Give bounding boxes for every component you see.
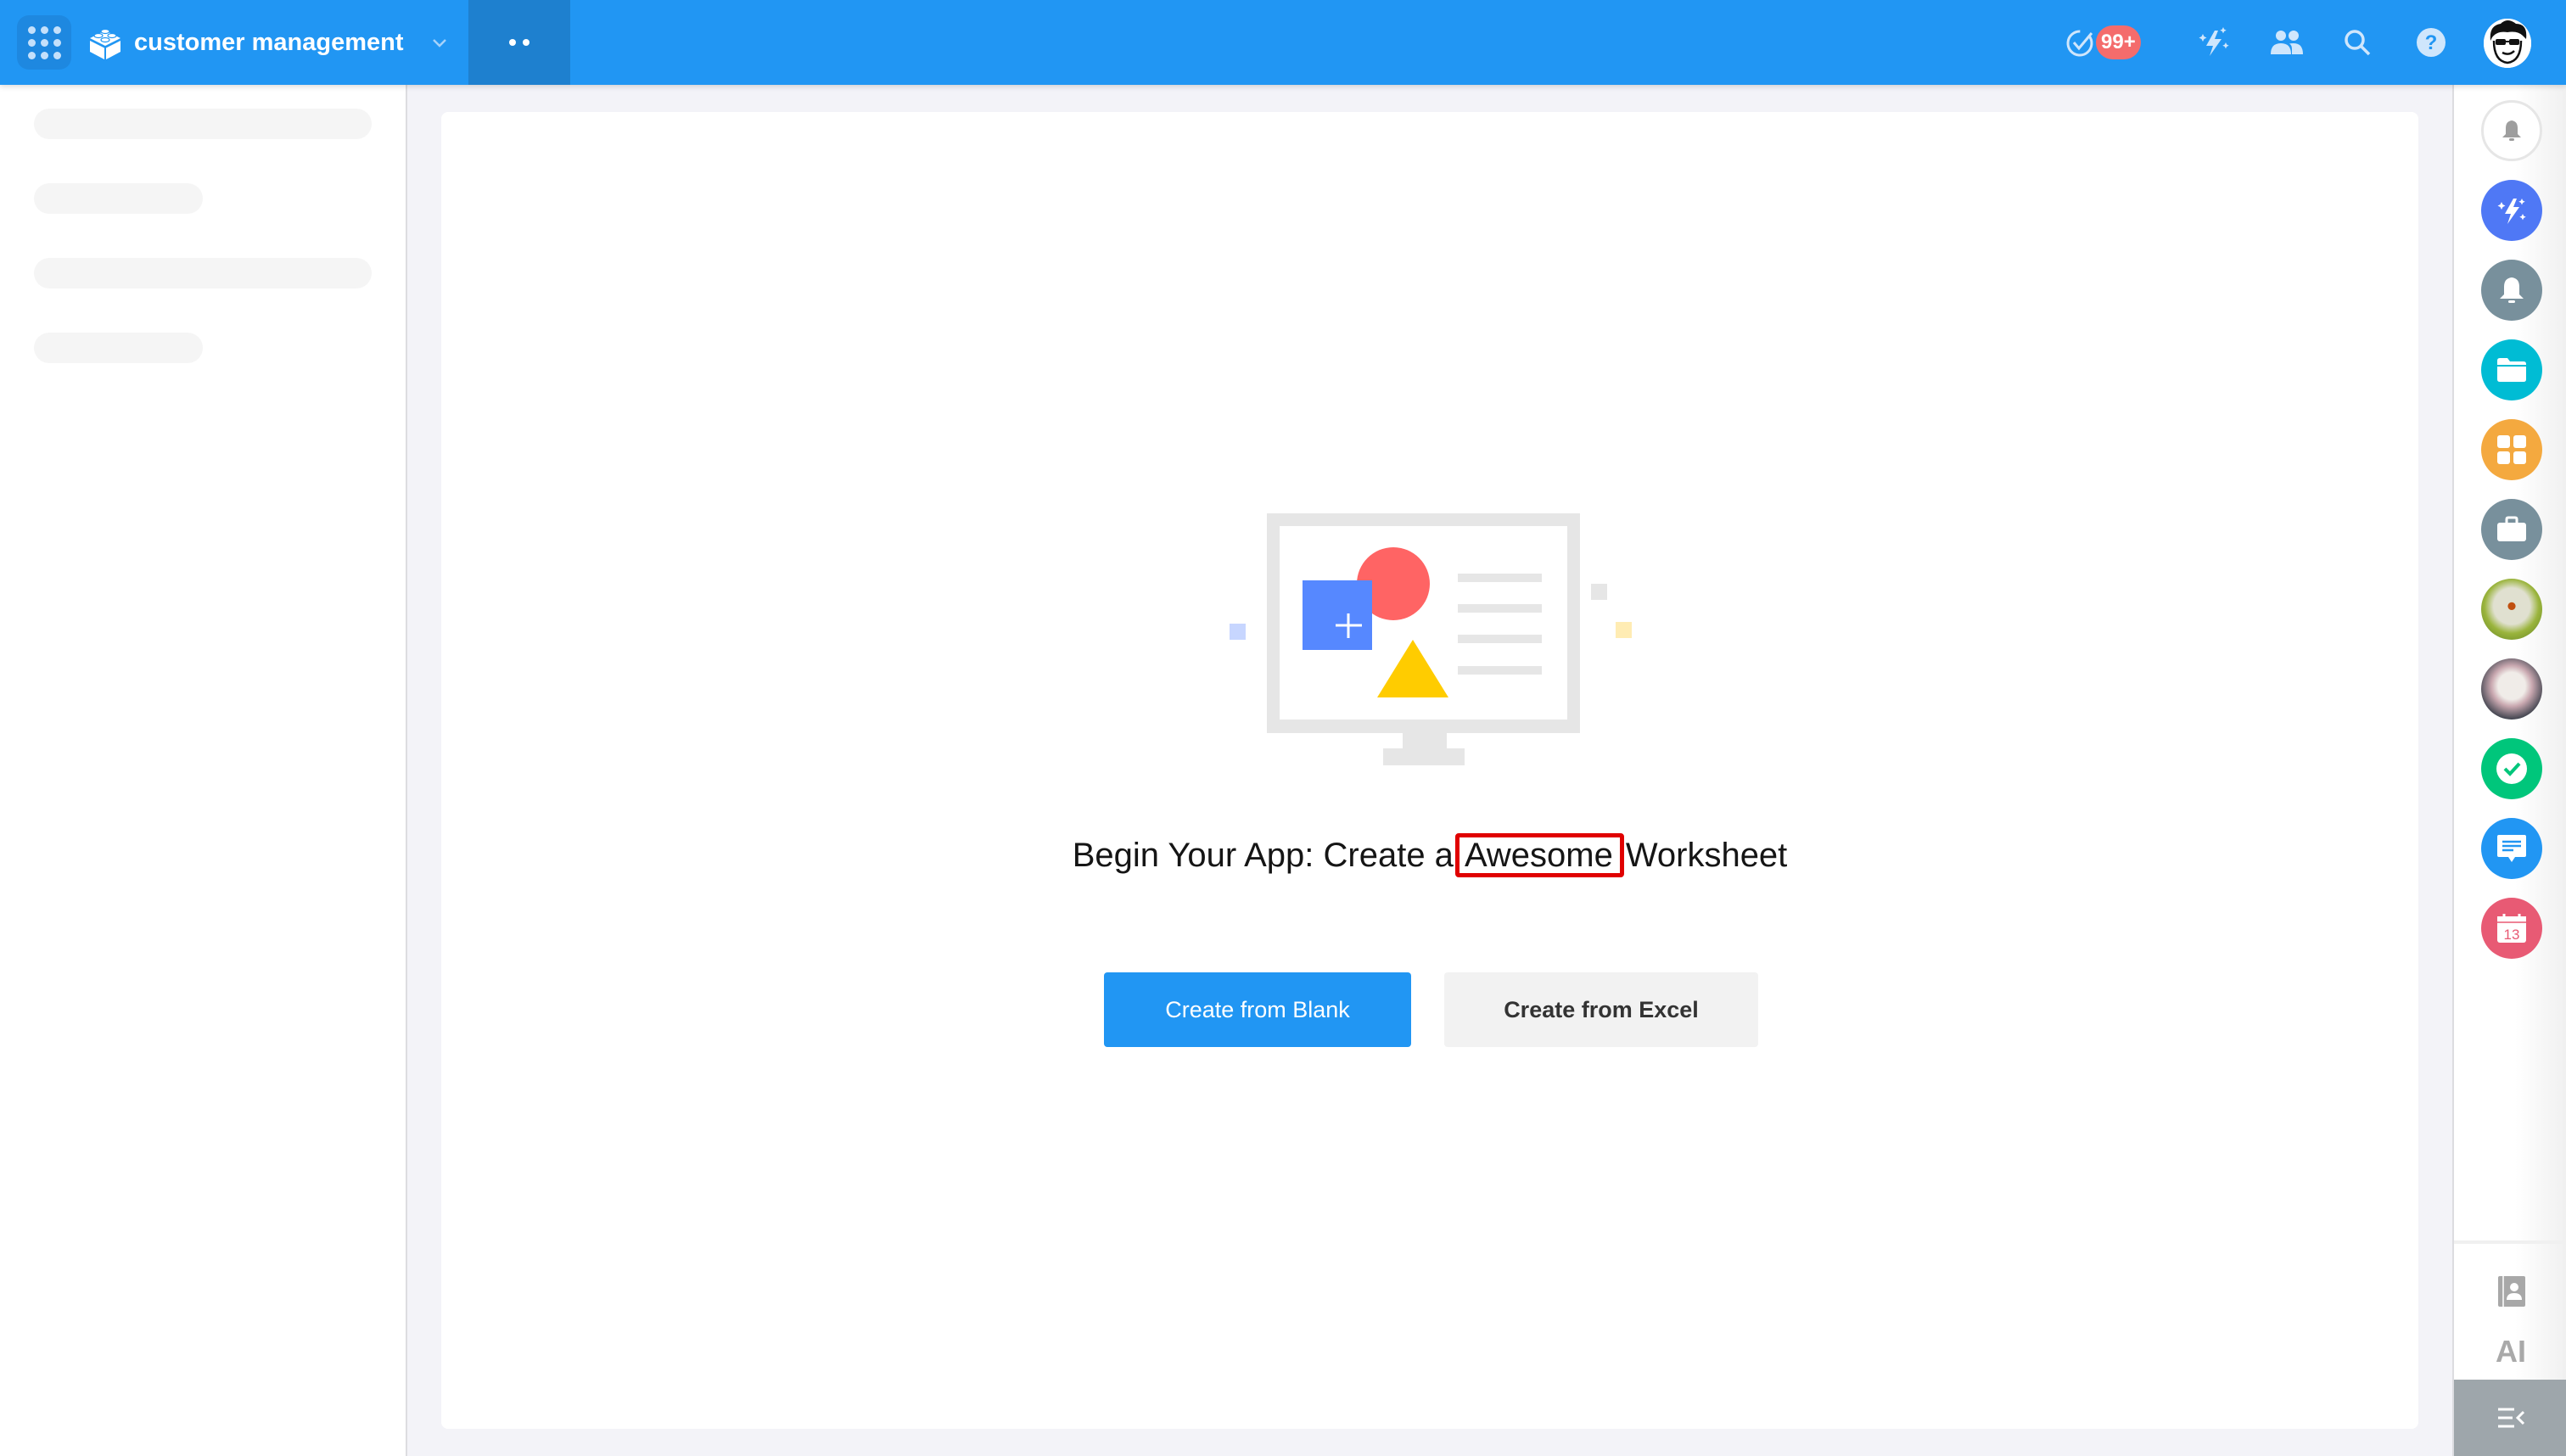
- app-title[interactable]: customer management: [134, 25, 404, 59]
- skeleton-line: [34, 183, 203, 214]
- sidebar-divider: [2454, 1240, 2566, 1244]
- empty-worksheet-illustration: [1230, 513, 1632, 765]
- create-from-blank-button[interactable]: Create from Blank: [1104, 972, 1411, 1047]
- empty-state-headline: Begin Your App: Create a Awesome Worksheet: [441, 832, 2418, 879]
- skeleton-line: [34, 333, 203, 363]
- user-avatar[interactable]: [2484, 19, 2531, 68]
- right-sidebar: 13 AI: [2452, 85, 2566, 1456]
- svg-text:13: 13: [2504, 927, 2520, 943]
- reminders-button[interactable]: [2481, 260, 2542, 321]
- collapse-menu-icon: [2498, 1408, 2524, 1428]
- highlighted-word: Awesome: [1454, 833, 1624, 877]
- notification-bell-button[interactable]: [2481, 100, 2542, 161]
- headline-suffix: Worksheet: [1625, 837, 1788, 874]
- apps-grid-icon: [27, 25, 61, 59]
- dandelion-avatar[interactable]: [2481, 579, 2542, 640]
- app-logo-icon: [90, 28, 120, 59]
- work-button[interactable]: [2481, 499, 2542, 560]
- collapse-sidebar-button[interactable]: [2454, 1380, 2566, 1456]
- tiger-avatar[interactable]: [2481, 658, 2542, 720]
- calendar-button[interactable]: 13: [2481, 898, 2542, 959]
- headline-prefix: Begin Your App: Create a: [1072, 837, 1454, 874]
- left-sidebar: [0, 85, 407, 1456]
- files-button[interactable]: [2481, 339, 2542, 400]
- help-icon[interactable]: ?: [2414, 25, 2448, 59]
- chevron-down-icon[interactable]: [429, 32, 450, 53]
- search-icon[interactable]: [2340, 25, 2374, 59]
- bell-icon: [2502, 120, 2521, 141]
- folder-icon: [2497, 358, 2526, 382]
- bell-icon: [2500, 277, 2524, 303]
- apps-menu-button[interactable]: [17, 15, 71, 70]
- calendar-icon: 13: [2497, 914, 2526, 943]
- users-icon[interactable]: [2270, 25, 2304, 59]
- sparkle-bolt-icon[interactable]: [2198, 25, 2232, 59]
- tasks-button[interactable]: [2481, 738, 2542, 799]
- skeleton-line: [34, 258, 372, 288]
- chat-icon: [2497, 835, 2526, 862]
- svg-text:?: ?: [2425, 31, 2438, 54]
- top-header: customer management 99+ ?: [0, 0, 2566, 85]
- ai-button[interactable]: AI: [2454, 1334, 2566, 1369]
- briefcase-icon: [2497, 516, 2526, 541]
- grid-icon: [2497, 435, 2526, 464]
- messages-button[interactable]: [2481, 818, 2542, 879]
- main-panel: Begin Your App: Create a Awesome Worksheet…: [441, 112, 2418, 1429]
- notification-count-badge[interactable]: 99+: [2096, 25, 2141, 59]
- task-check-icon[interactable]: [2064, 25, 2098, 59]
- create-from-excel-button[interactable]: Create from Excel: [1444, 972, 1758, 1047]
- skeleton-line: [34, 109, 372, 139]
- check-circle-icon: [2496, 753, 2527, 784]
- sparkle-bolt-icon: [2497, 199, 2526, 224]
- more-dots-icon: [509, 39, 516, 46]
- apps-button[interactable]: [2481, 419, 2542, 480]
- ai-assistant-button[interactable]: [2481, 180, 2542, 241]
- more-options-button[interactable]: [468, 0, 570, 85]
- contacts-book-icon[interactable]: [2495, 1274, 2529, 1308]
